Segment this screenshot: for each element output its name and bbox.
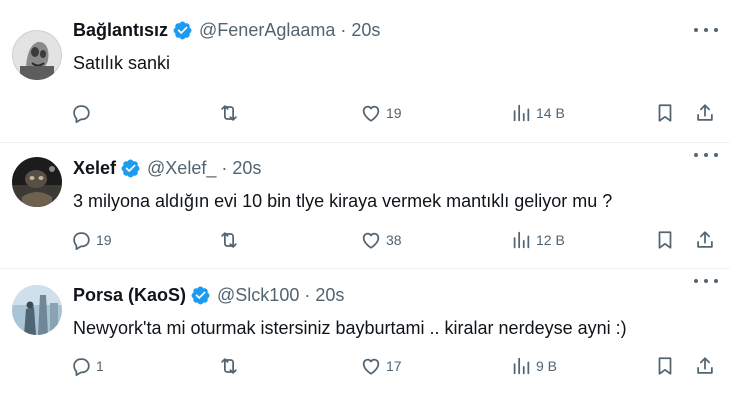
like-count: 19 [386,105,402,121]
verified-badge-icon [121,159,140,177]
bookmark-icon [658,104,672,122]
display-name[interactable]: Porsa (KaoS) [73,285,186,306]
share-icon [697,104,713,121]
bookmark-icon [658,231,672,249]
share-button[interactable] [694,227,716,253]
tweet-text: 3 milyona aldığın evi 10 bin tlye kiraya… [73,191,613,211]
reply-icon [73,105,90,124]
like-count: 38 [386,232,402,248]
display-name[interactable]: Bağlantısız [73,20,168,41]
tweet-feed: Bağlantısız @FenerAglaama · 20s Satılık … [0,0,730,420]
tweet-header: Bağlantısız @FenerAglaama · 20s [73,18,714,42]
user-handle[interactable]: @Xelef_ [147,158,216,179]
view-count: 14 B [536,105,565,121]
view-count: 12 B [536,232,565,248]
reply-button[interactable] [70,100,96,126]
heart-icon [362,232,380,249]
heart-icon [362,105,380,122]
like-button[interactable]: 19 [360,100,402,126]
retweet-icon [221,232,237,248]
reply-count: 1 [96,358,104,374]
more-options-icon[interactable] [694,145,718,165]
separator-dot: · [221,157,228,178]
like-count: 17 [386,358,402,374]
reply-button[interactable]: 19 [70,227,112,253]
tweet-header: Porsa (KaoS) @Slck100 · 20s [73,283,714,307]
like-button[interactable]: 17 [360,353,402,379]
display-name[interactable]: Xelef [73,158,116,179]
reply-icon [73,358,90,377]
verified-badge-icon [191,286,210,304]
user-handle[interactable]: @FenerAglaama [199,20,335,41]
reply-icon [73,232,90,251]
timestamp[interactable]: 20s [315,285,344,306]
timestamp[interactable]: 20s [232,158,261,179]
bookmark-button[interactable] [654,227,676,253]
views-chart-icon [513,357,530,375]
separator-dot: · [304,284,311,305]
retweet-button[interactable] [218,227,244,253]
bookmark-button[interactable] [654,100,676,126]
timestamp[interactable]: 20s [351,20,380,41]
share-icon [697,231,713,248]
retweet-button[interactable] [218,353,244,379]
views-button[interactable]: 12 B [510,227,565,253]
more-options-icon[interactable] [694,271,718,291]
tweet-actions: 19 14 B [70,100,720,126]
tweet[interactable]: Xelef @Xelef_ · 20s 3 milyona aldığın ev… [0,142,730,268]
share-button[interactable] [694,100,716,126]
views-button[interactable]: 14 B [510,100,565,126]
tweet-header: Xelef @Xelef_ · 20s [73,156,714,180]
heart-icon [362,358,380,375]
separator-dot: · [340,19,347,40]
tweet-text: Newyork'ta mi oturmak istersiniz bayburt… [73,318,627,338]
bookmark-button[interactable] [654,353,676,379]
more-options-icon[interactable] [694,20,718,40]
tweet-actions: 19 38 12 B [70,227,720,253]
user-handle[interactable]: @Slck100 [217,285,299,306]
like-button[interactable]: 38 [360,227,402,253]
share-button[interactable] [694,353,716,379]
views-chart-icon [513,231,530,249]
views-button[interactable]: 9 B [510,353,557,379]
tweet[interactable]: Porsa (KaoS) @Slck100 · 20s Newyork'ta m… [0,268,730,420]
views-chart-icon [513,104,530,122]
retweet-icon [221,358,237,374]
reply-button[interactable]: 1 [70,353,104,379]
retweet-icon [221,105,237,121]
share-icon [697,357,713,374]
tweet-actions: 1 17 9 B [70,353,720,379]
reply-count: 19 [96,232,112,248]
retweet-button[interactable] [218,100,244,126]
verified-badge-icon [173,21,192,39]
bookmark-icon [658,357,672,375]
view-count: 9 B [536,358,558,374]
tweet[interactable]: Bağlantısız @FenerAglaama · 20s Satılık … [0,18,730,142]
tweet-text: Satılık sanki [73,53,171,73]
